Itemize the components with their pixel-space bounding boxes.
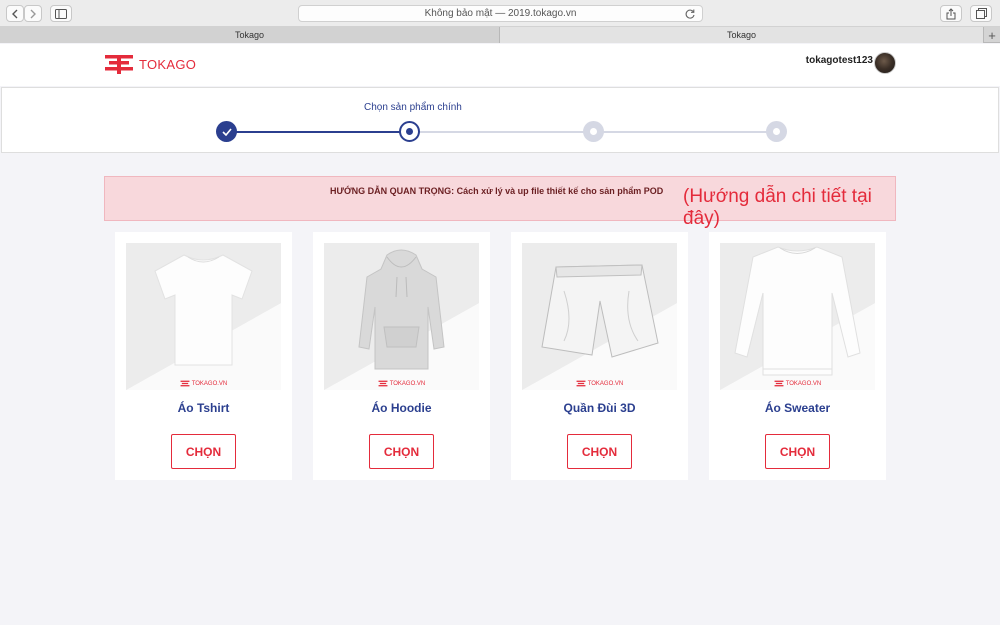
step-label: Chọn sản phẩm chính: [364, 102, 462, 113]
new-tab-button[interactable]: +: [984, 27, 1000, 43]
product-image: TOKAGO.VN: [720, 243, 875, 390]
notice-guide-link[interactable]: (Hướng dẫn chi tiết tại đây): [683, 186, 895, 230]
step-1-done: [216, 121, 237, 142]
username: tokagotest123: [805, 54, 873, 66]
product-watermark: TOKAGO.VN: [324, 380, 479, 387]
tokago-logo-icon: [105, 55, 133, 74]
site-logo[interactable]: TOKAGO: [104, 53, 196, 75]
address-text: Không bảo mật — 2019.tokago.vn: [424, 8, 577, 19]
important-notice: HƯỚNG DẪN QUAN TRỌNG: Cách xử lý và up f…: [104, 176, 896, 229]
sweater-icon: [734, 246, 861, 376]
watermark-text: TOKAGO.VN: [587, 380, 624, 387]
step-dot: [773, 128, 780, 135]
address-bar[interactable]: Không bảo mật — 2019.tokago.vn: [298, 5, 703, 22]
chevron-left-icon: [12, 9, 18, 18]
choose-hoodie-button[interactable]: CHỌN: [369, 434, 434, 469]
progress-stepper: Chọn sản phẩm chính: [1, 87, 999, 153]
product-watermark: TOKAGO.VN: [126, 380, 281, 387]
tshirt-icon: [154, 254, 253, 366]
product-card-tshirt: TOKAGO.VN Áo Tshirt CHỌN: [115, 232, 292, 480]
browser-tab-active[interactable]: Tokago: [500, 27, 984, 43]
choose-shorts-button[interactable]: CHỌN: [567, 434, 632, 469]
step-4-pending: [766, 121, 787, 142]
chevron-right-icon: [30, 9, 36, 18]
user-menu[interactable]: tokagotest123: [806, 52, 896, 74]
watermark-text: TOKAGO.VN: [785, 380, 822, 387]
notice-text: HƯỚNG DẪN QUAN TRỌNG: Cách xử lý và up f…: [330, 186, 664, 196]
share-button[interactable]: [940, 5, 962, 22]
logo-text: TOKAGO: [139, 56, 197, 72]
browser-tabbar: Tokago Tokago +: [0, 27, 1000, 43]
product-watermark: TOKAGO.VN: [522, 380, 677, 387]
stepper-line-done: [227, 131, 410, 133]
product-watermark: TOKAGO.VN: [720, 380, 875, 387]
browser-toolbar: Không bảo mật — 2019.tokago.vn: [0, 0, 1000, 27]
product-card-hoodie: TOKAGO.VN Áo Hoodie CHỌN: [313, 232, 490, 480]
tokago-logo-icon: [576, 380, 586, 387]
product-image: TOKAGO.VN: [522, 243, 677, 390]
shorts-icon: [541, 264, 659, 358]
tokago-logo-icon: [378, 380, 388, 387]
product-list: TOKAGO.VN Áo Tshirt CHỌN TOKAGO.VN Áo Ho…: [115, 232, 886, 480]
avatar[interactable]: [874, 52, 896, 74]
tokago-logo-icon: [774, 380, 784, 387]
step-2-active: [399, 121, 420, 142]
choose-sweater-button[interactable]: CHỌN: [765, 434, 830, 469]
back-button[interactable]: [6, 5, 24, 22]
product-image: TOKAGO.VN: [126, 243, 281, 390]
reload-icon[interactable]: [684, 8, 696, 20]
choose-tshirt-button[interactable]: CHỌN: [171, 434, 236, 469]
product-title: Quần Đùi 3D: [563, 401, 636, 415]
browser-tab[interactable]: Tokago: [0, 27, 500, 43]
product-title: Áo Sweater: [764, 401, 831, 415]
product-title: Áo Tshirt: [177, 401, 230, 415]
tokago-logo-icon: [180, 380, 190, 387]
share-icon: [946, 7, 956, 19]
forward-button[interactable]: [24, 5, 42, 22]
product-card-sweater: TOKAGO.VN Áo Sweater CHỌN: [709, 232, 886, 480]
product-image: TOKAGO.VN: [324, 243, 479, 390]
sidebar-icon: [55, 8, 67, 19]
tabs-overview-button[interactable]: [970, 5, 992, 22]
watermark-text: TOKAGO.VN: [389, 380, 426, 387]
step-dot: [406, 128, 413, 135]
product-card-shorts: TOKAGO.VN Quần Đùi 3D CHỌN: [511, 232, 688, 480]
step-dot: [590, 128, 597, 135]
check-icon: [221, 127, 232, 136]
watermark-text: TOKAGO.VN: [191, 380, 228, 387]
hoodie-icon: [358, 249, 445, 370]
site-header: TOKAGO tokagotest123: [0, 44, 1000, 86]
step-3-pending: [583, 121, 604, 142]
sidebar-button[interactable]: [50, 5, 72, 22]
tabs-icon: [975, 8, 987, 19]
product-title: Áo Hoodie: [371, 401, 432, 415]
